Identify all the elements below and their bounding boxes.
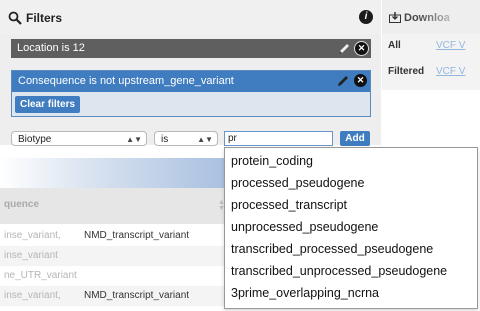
autocomplete-option[interactable]: unprocessed_pseudogene xyxy=(231,220,378,234)
download-filtered-label: Filtered xyxy=(388,66,425,77)
table-cell: NMD_transcript_variant xyxy=(84,290,190,301)
filter-field-value: Biotype xyxy=(18,134,52,145)
search-icon xyxy=(8,11,22,25)
download-title: Downloa xyxy=(404,12,450,24)
filter-operator-select[interactable]: is ▲▼ xyxy=(154,131,218,146)
download-filtered-link[interactable]: VCF V xyxy=(436,66,465,77)
autocomplete-option[interactable]: protein_coding xyxy=(231,154,313,168)
autocomplete-dropdown: protein_coding processed_pseudogene proc… xyxy=(224,147,478,309)
active-filter-location[interactable]: Location is 12 ✕ xyxy=(11,39,371,58)
table-row: ne_UTR_variant xyxy=(0,266,226,286)
filters-header: Filters i xyxy=(0,0,381,34)
download-panel: Downloa All VCF V Filtered VCF V xyxy=(382,0,480,90)
download-all-link[interactable]: VCF V xyxy=(436,40,465,51)
autocomplete-option[interactable]: transcribed_processed_pseudogene xyxy=(231,242,433,256)
table-cell: ne_UTR_variant xyxy=(4,270,77,281)
table-row: inse_variant, NMD_transcript_variant xyxy=(0,286,226,306)
download-icon xyxy=(389,12,401,23)
clear-filters-button[interactable]: Clear filters xyxy=(15,96,81,113)
select-arrows-icon: ▲▼ xyxy=(126,135,142,144)
select-arrows-icon: ▲▼ xyxy=(197,135,213,144)
autocomplete-option[interactable]: transcribed_unprocessed_pseudogene xyxy=(231,264,447,278)
download-all-label: All xyxy=(388,40,401,51)
table-title-band xyxy=(0,158,226,188)
table-row: inse_variant, NMD_transcript_variant xyxy=(0,226,226,246)
autocomplete-option[interactable]: processed_pseudogene xyxy=(231,176,364,190)
pencil-icon[interactable] xyxy=(337,42,351,56)
active-filter-label: Location is 12 xyxy=(17,42,85,54)
filter-value-input[interactable] xyxy=(224,131,333,146)
autocomplete-option[interactable]: processed_transcript xyxy=(231,198,347,212)
table-cell: inse_variant, xyxy=(4,230,61,241)
table-cell: NMD_transcript_variant xyxy=(84,230,190,241)
active-filter-label: Consequence is not upstream_gene_variant xyxy=(18,75,234,87)
remove-icon[interactable]: ✕ xyxy=(354,74,367,87)
autocomplete-option[interactable]: 3prime_overlapping_ncrna xyxy=(231,286,379,300)
filters-title: Filters xyxy=(26,11,63,25)
table-cell: inse_variant, xyxy=(4,290,61,301)
active-filter-consequence[interactable]: Consequence is not upstream_gene_variant… xyxy=(12,71,370,92)
filter-field-select[interactable]: Biotype ▲▼ xyxy=(11,131,147,146)
download-header: Downloa xyxy=(382,0,480,34)
filter-operator-value: is xyxy=(161,134,169,145)
filters-panel: Filters i Location is 12 ✕ Consequence i… xyxy=(0,0,381,146)
table-header: quence ▲ ▼ xyxy=(0,188,226,224)
column-header-consequence[interactable]: quence xyxy=(4,199,39,210)
table-row: inse_variant xyxy=(0,246,226,266)
remove-icon[interactable]: ✕ xyxy=(354,41,369,56)
pencil-icon[interactable] xyxy=(336,74,350,88)
filter-group-consequence: Consequence is not upstream_gene_variant… xyxy=(11,70,371,117)
table-cell: inse_variant xyxy=(4,250,58,261)
info-icon[interactable]: i xyxy=(359,10,373,24)
add-filter-button[interactable]: Add xyxy=(340,131,370,146)
